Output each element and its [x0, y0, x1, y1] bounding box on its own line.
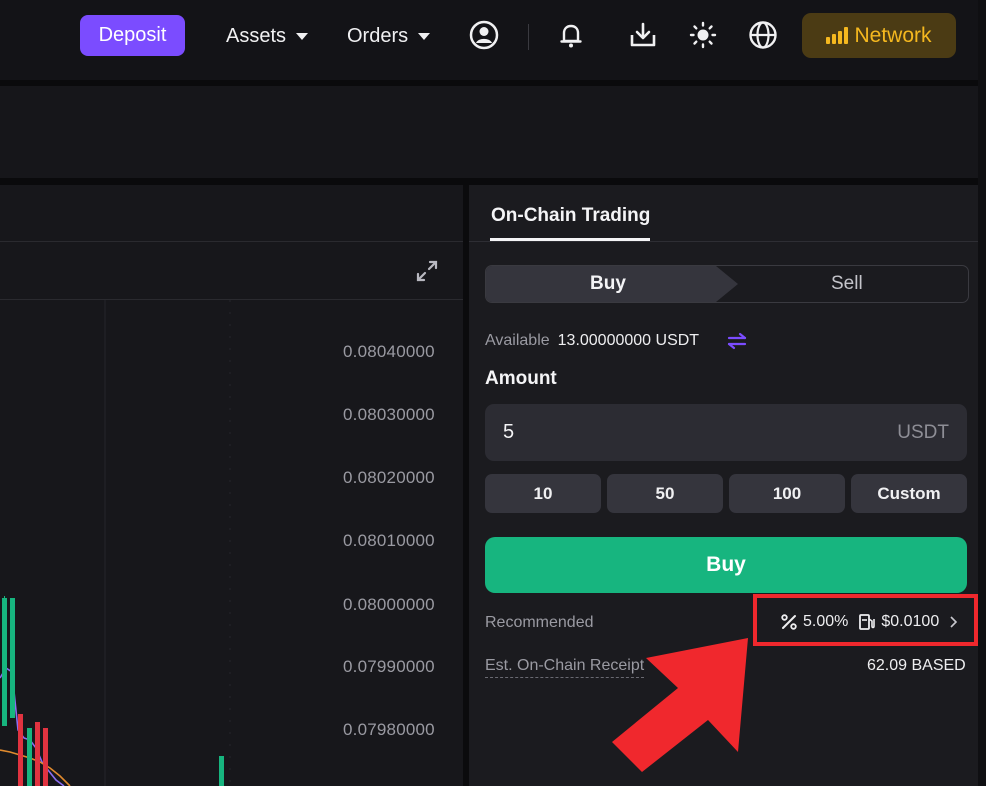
preset-50-button[interactable]: 50	[607, 474, 723, 513]
assets-dropdown[interactable]: Assets	[226, 22, 309, 50]
candle	[18, 714, 23, 786]
available-label: Available	[485, 332, 550, 349]
price-axis-label: 0.08020000	[343, 468, 435, 487]
candle	[27, 728, 32, 786]
chart-header-divider	[0, 241, 463, 242]
amount-field[interactable]: USDT	[485, 404, 967, 461]
highlight-box	[753, 594, 978, 646]
price-axis-label: 0.08010000	[343, 531, 435, 550]
amount-label: Amount	[485, 368, 557, 389]
recommended-label: Recommended	[485, 614, 594, 631]
price-axis-label: 0.07980000	[343, 720, 435, 739]
orders-label: Orders	[347, 25, 409, 47]
caret-down-icon	[418, 32, 431, 40]
candle	[219, 756, 224, 786]
price-axis-label: 0.08000000	[343, 595, 435, 614]
candle	[35, 722, 40, 786]
network-status-button[interactable]: Network	[802, 13, 956, 58]
sell-tab[interactable]: Sell	[831, 273, 863, 295]
divider	[469, 241, 978, 242]
window-edge	[978, 0, 986, 786]
price-axis-label: 0.08030000	[343, 405, 435, 424]
orders-dropdown[interactable]: Orders	[347, 22, 431, 50]
price-axis-label: 0.08040000	[343, 342, 435, 361]
buy-button[interactable]: Buy	[485, 537, 967, 593]
swap-arrows-icon[interactable]	[726, 332, 748, 350]
network-label: Network	[854, 23, 932, 47]
expand-fullscreen-icon[interactable]	[414, 258, 440, 284]
tab-on-chain-trading[interactable]: On-Chain Trading	[491, 205, 650, 227]
buy-tab-label[interactable]: Buy	[590, 273, 626, 295]
caret-down-icon	[296, 32, 309, 40]
est-receipt-value: 62.09 BASED	[867, 657, 966, 674]
user-profile-icon[interactable]	[467, 18, 501, 52]
amount-input[interactable]	[485, 404, 883, 461]
preset-100-button[interactable]: 100	[729, 474, 845, 513]
preset-10-button[interactable]: 10	[485, 474, 601, 513]
red-arrow-annotation	[612, 638, 748, 772]
divider	[0, 178, 978, 185]
deposit-button[interactable]: Deposit	[80, 15, 185, 56]
available-value: 13.00000000 USDT	[557, 332, 700, 349]
price-axis-label: 0.07990000	[343, 657, 435, 676]
signal-bars-icon	[826, 27, 849, 44]
notification-bell-icon[interactable]	[554, 18, 588, 52]
download-icon[interactable]	[626, 18, 660, 52]
theme-sun-icon[interactable]	[686, 18, 720, 52]
preset-custom-button[interactable]: Custom	[851, 474, 967, 513]
divider	[528, 24, 529, 50]
candle	[2, 598, 7, 726]
buy-sell-toggle: Buy Sell	[485, 265, 969, 303]
language-globe-icon[interactable]	[746, 18, 780, 52]
ticker-info-bar	[0, 86, 978, 178]
candle	[10, 598, 15, 718]
available-balance: Available 13.00000000 USDT	[485, 332, 699, 350]
amount-unit: USDT	[897, 422, 949, 443]
candle	[43, 728, 48, 786]
assets-label: Assets	[226, 25, 287, 47]
